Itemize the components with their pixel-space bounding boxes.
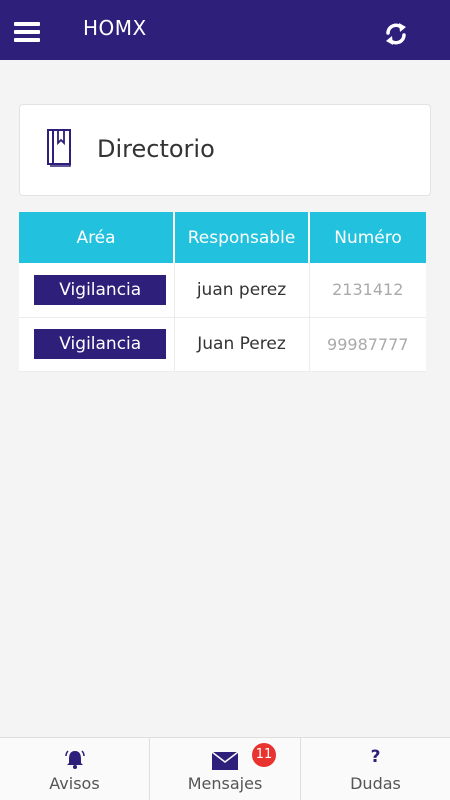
notification-badge: 11 <box>252 743 276 767</box>
tab-label: Dudas <box>350 774 401 793</box>
sync-icon[interactable] <box>382 20 410 48</box>
area-badge[interactable]: Vigilancia <box>34 274 167 305</box>
tab-label: Mensajes <box>187 774 263 793</box>
column-header-responsable: Responsable <box>174 212 310 263</box>
numero-cell[interactable]: 2131412 <box>309 263 426 318</box>
area-badge[interactable]: Vigilancia <box>34 329 167 359</box>
numero-cell[interactable]: 99987777 <box>309 317 426 372</box>
menu-icon[interactable] <box>14 22 40 42</box>
table-row: Vigilancia Juan Perez 99987777 <box>19 317 426 372</box>
bell-icon <box>64 750 85 769</box>
page-title: Directorio <box>97 135 215 163</box>
area-cell: Vigilancia <box>19 317 175 372</box>
directory-card: Directorio <box>19 104 431 196</box>
directory-table: Aréa Responsable Numéro Vigilancia juan … <box>19 212 426 372</box>
tab-mensajes[interactable]: 11 Mensajes <box>150 738 301 800</box>
bottom-navigation: Avisos 11 Mensajes ? Dudas <box>0 737 450 800</box>
table-header-row: Aréa Responsable Numéro <box>19 212 426 263</box>
responsable-cell: Juan Perez <box>174 317 310 372</box>
tab-label: Avisos <box>49 774 100 793</box>
column-header-numero: Numéro <box>309 212 426 263</box>
book-icon <box>47 129 71 167</box>
tab-dudas[interactable]: ? Dudas <box>301 738 450 800</box>
area-cell: Vigilancia <box>19 263 175 318</box>
responsable-cell: juan perez <box>174 263 310 318</box>
top-app-bar: HOMX <box>0 0 450 60</box>
column-header-area: Aréa <box>19 212 175 263</box>
table-row: Vigilancia juan perez 2131412 <box>19 263 426 318</box>
app-title: HOMX <box>83 16 147 40</box>
envelope-icon <box>212 752 238 770</box>
question-icon: ? <box>370 747 381 767</box>
tab-avisos[interactable]: Avisos <box>0 738 150 800</box>
